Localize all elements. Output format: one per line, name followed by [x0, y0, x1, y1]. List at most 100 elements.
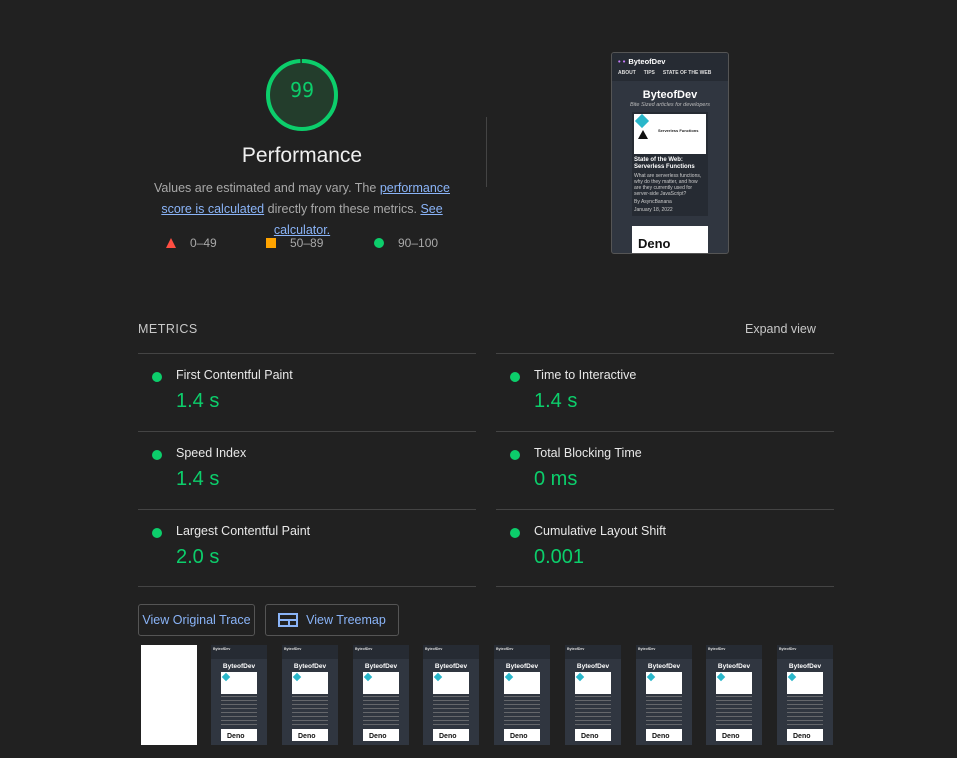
filmstrip-frame[interactable]: ByteofDev ByteofDev Deno: [211, 645, 267, 745]
legend-pass-range: 90–100: [398, 236, 439, 250]
frame-heading: ByteofDev: [222, 663, 256, 670]
expand-view-button[interactable]: Expand view: [745, 322, 816, 336]
description-text-1: Values are estimated and may vary. The: [154, 181, 380, 195]
frame-nav: ByteofDev: [706, 645, 762, 659]
view-treemap-button[interactable]: View Treemap: [265, 604, 399, 636]
frame-text-lines: [363, 696, 399, 726]
legend-fail-range: 0–49: [190, 236, 217, 250]
performance-title: Performance: [241, 144, 363, 167]
preview-card2-text: Deno: [638, 236, 671, 251]
frame-card2: Deno: [716, 729, 752, 741]
filmstrip-frame[interactable]: ByteofDev ByteofDev Deno: [353, 645, 409, 745]
frame-card2: Deno: [433, 729, 469, 741]
metrics-divider: [496, 509, 834, 510]
frame-text-lines: [646, 696, 682, 726]
metric-name: First Contentful Paint: [176, 368, 293, 382]
frame-nav: ByteofDev: [636, 645, 692, 659]
frame-image: [575, 672, 611, 694]
preview-article-card-2: Deno: [632, 226, 708, 253]
preview-brand: • • ByteofDev: [618, 57, 722, 66]
frame-text-lines: [433, 696, 469, 726]
frame-text-lines: [575, 696, 611, 726]
filmstrip-frame[interactable]: ByteofDev ByteofDev Deno: [494, 645, 550, 745]
frame-image: [433, 672, 469, 694]
metrics-divider: [496, 431, 834, 432]
metrics-divider: [496, 586, 834, 587]
frame-card2: Deno: [575, 729, 611, 741]
frame-heading: ByteofDev: [576, 663, 610, 670]
frame-brand: ByteofDev: [567, 647, 585, 651]
filmstrip-frame[interactable]: ByteofDev ByteofDev Deno: [636, 645, 692, 745]
preview-links: ABOUT TIPS STATE OF THE WEB: [618, 70, 722, 76]
circle-icon: [374, 238, 384, 248]
frame-image: [363, 672, 399, 694]
frame-nav: ByteofDev: [211, 645, 267, 659]
frame-heading: ByteofDev: [505, 663, 539, 670]
legend-fail: 0–49: [166, 236, 217, 250]
metric-value: 1.4 s: [176, 390, 220, 412]
dots-icon: • •: [618, 57, 626, 66]
filmstrip-frame[interactable]: [141, 645, 197, 745]
metrics-heading: METRICS: [138, 322, 198, 336]
preview-subtitle: Bite Sized articles for developers: [629, 102, 711, 108]
legend-pass: 90–100: [374, 236, 438, 250]
preview-nav-tips: TIPS: [643, 70, 655, 76]
frame-image: [504, 672, 540, 694]
frame-nav: ByteofDev: [423, 645, 479, 659]
metrics-divider: [496, 353, 834, 354]
performance-score: 99: [289, 78, 315, 102]
metric-name: Time to Interactive: [534, 368, 637, 382]
metric-name: Largest Contentful Paint: [176, 524, 311, 538]
frame-card2: Deno: [363, 729, 399, 741]
frame-card2: Deno: [646, 729, 682, 741]
metric-value: 2.0 s: [176, 546, 220, 568]
frame-brand: ByteofDev: [213, 647, 231, 651]
diamond-logo-icon: [634, 113, 650, 129]
preview-image-text: Serverless Functions: [658, 128, 699, 133]
view-treemap-label: View Treemap: [306, 613, 386, 627]
metric-value: 0 ms: [534, 468, 578, 490]
view-original-trace-button[interactable]: View Original Trace: [138, 604, 255, 636]
preview-card-author: By AsyncBanana: [634, 199, 672, 205]
preview-nav-about: ABOUT: [618, 70, 636, 76]
metric-value: 0.001: [534, 546, 585, 568]
preview-article-card: Serverless Functions State of the Web: S…: [632, 112, 708, 216]
pass-dot-icon: [510, 372, 520, 382]
filmstrip-frame[interactable]: ByteofDev ByteofDev Deno: [282, 645, 338, 745]
frame-nav: ByteofDev: [282, 645, 338, 659]
frame-brand: ByteofDev: [425, 647, 443, 651]
preview-nav: • • ByteofDev ABOUT TIPS STATE OF THE WEB: [612, 53, 728, 81]
frame-brand: ByteofDev: [496, 647, 514, 651]
filmstrip-frame[interactable]: ByteofDev ByteofDev Deno: [565, 645, 621, 745]
frame-card2: Deno: [787, 729, 823, 741]
frame-image: [716, 672, 752, 694]
frame-image: [646, 672, 682, 694]
final-screenshot[interactable]: • • ByteofDev ABOUT TIPS STATE OF THE WEB…: [611, 52, 729, 254]
frame-brand: ByteofDev: [708, 647, 726, 651]
preview-article-image: Serverless Functions: [634, 113, 706, 154]
preview-heading: ByteofDev: [642, 89, 698, 101]
frame-text-lines: [716, 696, 752, 726]
frame-nav: ByteofDev: [353, 645, 409, 659]
frame-heading: ByteofDev: [647, 663, 681, 670]
filmstrip-frame[interactable]: ByteofDev ByteofDev Deno: [706, 645, 762, 745]
pass-dot-icon: [152, 528, 162, 538]
frame-card2: Deno: [504, 729, 540, 741]
metric-name: Total Blocking Time: [534, 446, 642, 460]
preview-brand-text: ByteofDev: [628, 57, 666, 66]
preview-card-title: State of the Web: Serverless Functions: [634, 157, 695, 170]
metric-name: Cumulative Layout Shift: [534, 524, 667, 538]
divider: [486, 117, 487, 187]
frame-image: [221, 672, 257, 694]
frame-nav: ByteofDev: [565, 645, 621, 659]
frame-nav: ByteofDev: [777, 645, 833, 659]
frame-card2: Deno: [221, 729, 257, 741]
filmstrip-frame[interactable]: ByteofDev ByteofDev Deno: [777, 645, 833, 745]
metrics-divider: [138, 431, 476, 432]
frame-text-lines: [504, 696, 540, 726]
square-icon: [266, 238, 276, 248]
frame-heading: ByteofDev: [788, 663, 822, 670]
legend-average-range: 50–89: [290, 236, 324, 250]
description-text-2: directly from these metrics.: [264, 202, 421, 216]
filmstrip-frame[interactable]: ByteofDev ByteofDev Deno: [423, 645, 479, 745]
